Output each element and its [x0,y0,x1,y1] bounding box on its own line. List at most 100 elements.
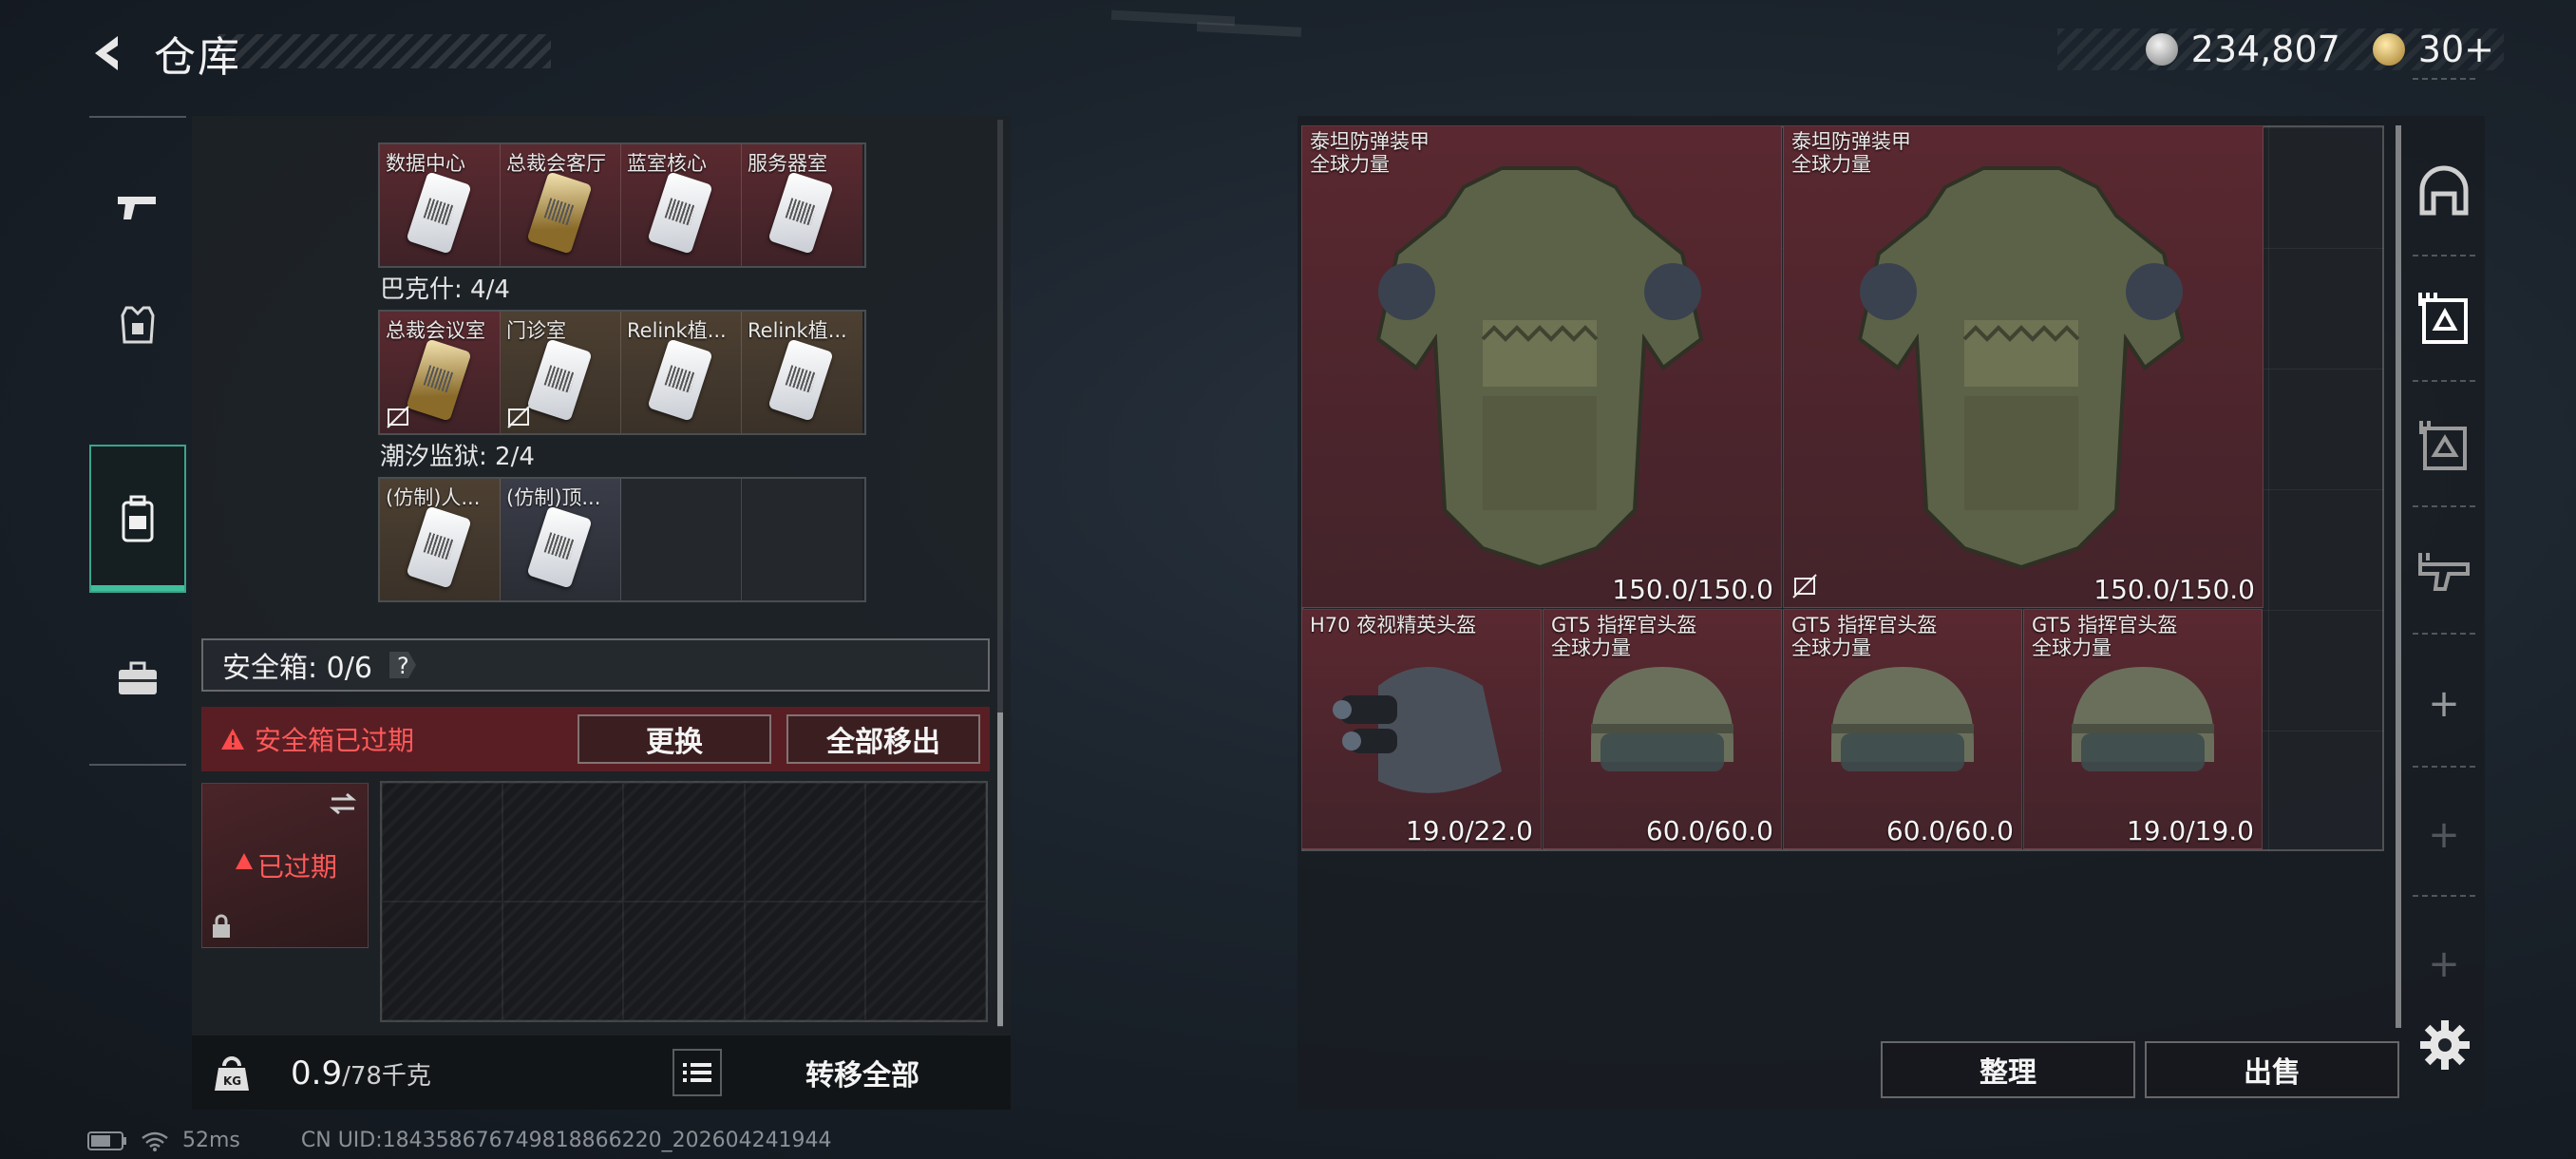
item-title: GT5 指挥官头盔 [1791,614,1938,636]
safe-box-label: 安全箱: 0/6 [222,652,372,685]
briefcase-icon [119,661,157,694]
rail-item-weapons[interactable] [89,156,186,258]
move-all-out-button[interactable]: 全部移出 [786,714,980,764]
swap-arrows-icon[interactable] [328,791,358,816]
uid-text: CN UID:18435867674981886622​0_2026042419… [300,1129,832,1152]
item-durability: 19.0/22.0 [1405,815,1533,846]
right-scrollbar[interactable] [2396,125,2401,1028]
inventory-item-helmet[interactable]: H70 夜视精英头盔 19.0/22.0 [1301,609,1542,849]
safe-grid-cell[interactable] [744,783,865,902]
armor-slot-icon [2418,293,2468,344]
safe-grid-cell[interactable] [623,783,745,902]
chest-rig-slot-button[interactable] [2413,414,2475,477]
sell-button[interactable]: 出售 [2145,1041,2399,1098]
keycard-slot[interactable]: 总裁会议室 [380,312,501,433]
inventory-item-helmet[interactable]: GT5 指挥官头盔 全球力量 60.0/60.0 [1783,609,2022,849]
helmet-slot-icon [2419,165,2469,216]
header: 仓库 [85,28,241,82]
list-view-button[interactable] [672,1049,722,1096]
warning-icon [221,729,244,750]
rail-item-case[interactable] [89,627,186,730]
body-armor-icon [1857,166,2186,570]
inventory-item-armor[interactable]: 泰坦防弹装甲 全球力量 150.0/150.0 [1783,125,2263,608]
keycard-row: (仿制)人... (仿制)顶... [378,477,866,602]
inventory-item-helmet[interactable]: GT5 指挥官头盔 全球力量 60.0/60.0 [1543,609,1782,849]
safe-grid-cell[interactable] [623,902,745,1020]
replace-button[interactable]: 更换 [578,714,771,764]
empty-keycard-slot[interactable] [742,479,862,600]
help-icon[interactable]: ? [386,648,420,682]
keycard-slot[interactable]: 蓝室核心 [621,144,742,266]
keycard-slot[interactable]: 服务器室 [742,144,862,266]
armor-slot-button[interactable] [2413,287,2475,350]
currency-bar: 234,807 30+ [2057,28,2504,70]
keycard-slot[interactable]: 门诊室 [501,312,621,433]
keycard-icon [767,171,834,255]
item-durability: 60.0/60.0 [1885,815,2014,846]
safe-grid-cell[interactable] [382,902,503,1020]
night-vision-helmet-icon [1333,667,1502,793]
rail-item-backpack[interactable] [89,445,186,593]
armor-vest-icon [121,306,155,344]
keycard-name: 蓝室核心 [627,152,707,175]
keycard-slot[interactable]: Relink植... [621,312,742,433]
keycard-icon [526,338,593,422]
safe-grid-cell[interactable] [864,902,986,1020]
left-scrollbar-thumb[interactable] [997,712,1003,1026]
transfer-all-button[interactable]: 转移全部 [731,1049,994,1096]
organize-button[interactable]: 整理 [1881,1041,2135,1098]
add-slot-button[interactable]: + [2413,804,2475,866]
keycard-icon [647,338,713,422]
keycard-row: 总裁会议室 门诊室 Relink植... Relink植... [378,310,866,435]
keycard-slot[interactable]: Relink植... [742,312,862,433]
back-arrow-icon[interactable] [85,30,131,76]
keycard-icon [647,171,713,255]
keycard-slot[interactable]: 总裁会客厅 [501,144,621,266]
keycard-name: 总裁会议室 [386,319,485,342]
keycard-slot[interactable]: (仿制)人... [380,479,501,600]
safe-grid-cell[interactable] [864,783,986,902]
safe-box-grid[interactable] [380,781,988,1022]
inventory-item-helmet[interactable]: GT5 指挥官头盔 全球力量 19.0/19.0 [2023,609,2263,849]
ping-value: 52ms [182,1129,240,1152]
weapon-slot-button[interactable] [2413,542,2475,604]
wifi-icon [142,1131,168,1151]
item-title: GT5 指挥官头盔 [1551,614,1697,636]
gold-currency-value[interactable]: 30+ [2418,28,2494,70]
add-slot-button[interactable]: + [2413,673,2475,735]
safe-grid-cell[interactable] [744,902,865,1020]
keycard-name: (仿制)顶... [506,486,601,509]
safe-grid-cell[interactable] [502,783,624,902]
safe-grid-cell[interactable] [382,783,503,902]
weight-footer: KG 0.9/78千克 转移全部 [192,1036,1011,1110]
safe-grid-cell[interactable] [502,902,624,1020]
safe-box-item[interactable]: 已过期 [201,783,369,948]
rail-divider [2413,766,2475,768]
keycard-name: 门诊室 [506,319,566,342]
pistol-icon [118,197,156,219]
keycard-slot[interactable]: (仿制)顶... [501,479,621,600]
keycard-icon [767,338,834,422]
backpack-icon [122,495,154,542]
plus-icon: + [2428,813,2460,857]
empty-keycard-slot[interactable] [621,479,742,600]
inventory-item-armor[interactable]: 泰坦防弹装甲 全球力量 150.0/150.0 [1301,125,1782,608]
item-name: GT5 指挥官头盔 全球力量 [1791,614,1937,659]
svg-text:?: ? [397,653,409,679]
keycard-slot[interactable]: 数据中心 [380,144,501,266]
item-subtitle: 全球力量 [2032,636,2112,659]
safe-item-expired-text: 已过期 [257,851,338,883]
gear-icon[interactable] [2418,1018,2472,1072]
silver-currency-value: 234,807 [2190,28,2340,70]
keycard-group-label: 潮汐监狱: 2/4 [380,443,535,471]
weapon-slot-icon [2418,553,2470,591]
rail-divider [2413,505,2475,507]
item-name: GT5 指挥官头盔 全球力量 [2032,614,2177,659]
helmet-slot-button[interactable] [2413,162,2475,224]
add-slot-button[interactable]: + [2413,933,2475,996]
item-durability: 150.0/150.0 [2093,574,2255,605]
rail-item-armor[interactable] [89,274,186,376]
body-armor-icon [1375,166,1704,570]
item-durability: 60.0/60.0 [1645,815,1773,846]
rail-divider [2413,895,2475,897]
